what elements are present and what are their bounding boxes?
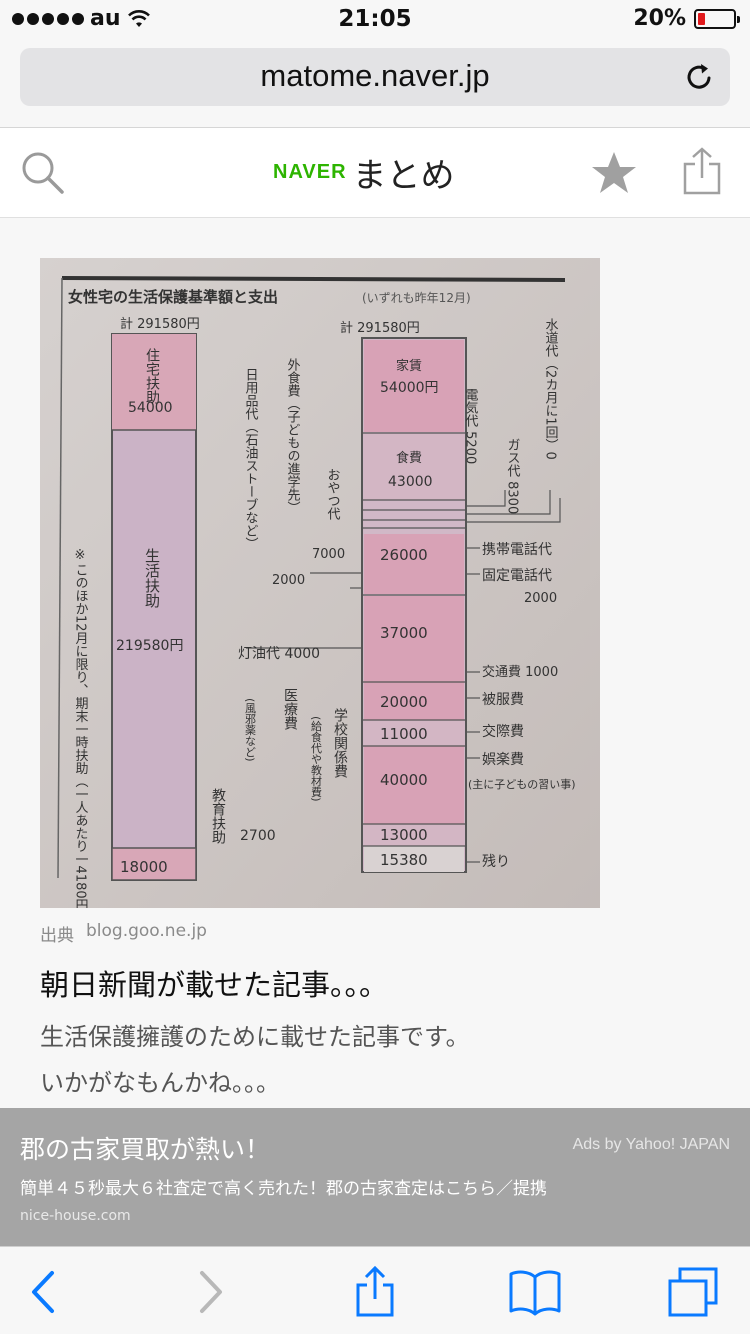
logo-brand: NAVER — [273, 161, 347, 183]
ad-provider[interactable]: Ads by Yahoo! JAPAN — [573, 1136, 730, 1154]
transport-label: 交通費 1000 — [482, 664, 558, 680]
daily-amount: 2000 — [272, 573, 305, 588]
medical-label: 医療費 — [282, 688, 298, 730]
site-header: NAVER まとめ — [0, 128, 750, 218]
share-icon[interactable] — [682, 146, 722, 196]
description-line-1: 生活保護擁護のために載せた記事です。 — [40, 1023, 470, 1051]
clipping-title-note: (いずれも昨年12月) — [362, 291, 471, 305]
landline-amount: 2000 — [524, 591, 557, 606]
back-icon[interactable] — [16, 1265, 70, 1319]
ad-banner[interactable]: 郡の古家買取が熱い！ Ads by Yahoo! JAPAN 簡単４５秒最大６社… — [0, 1108, 750, 1246]
ad-domain[interactable]: nice-house.com — [20, 1208, 131, 1224]
star-icon[interactable] — [590, 150, 638, 196]
right-total: 計 291580円 — [340, 320, 420, 336]
right-block-label-2: 食費 — [396, 450, 422, 466]
left-block-label-2: 生活扶助 — [143, 548, 161, 609]
social-label: 交際費 — [482, 723, 524, 740]
description-line-2: いかがなもんかね。。。 — [40, 1069, 280, 1097]
browser-toolbar — [0, 1246, 750, 1334]
right-block-amount-7: 40000 — [380, 771, 428, 789]
share-icon[interactable] — [348, 1265, 402, 1319]
electric-label: 電気代 5200 — [463, 388, 479, 464]
eating-out-label: 外食費（子どもの進学先） — [285, 358, 301, 514]
right-block-amount-8: 13000 — [380, 826, 428, 844]
school-note: (給食代や教材費) — [310, 716, 323, 802]
school-label: 学校関係費 — [332, 708, 348, 778]
item-headline: 朝日新聞が載せた記事。。。 — [40, 968, 389, 1002]
left-block-amount-2: 219580円 — [116, 638, 183, 654]
daily-goods-label: 日用品代（石油ストーブなど） — [243, 368, 259, 550]
left-vertical-note: ※このほか12月に限り、期末一時扶助（一人あたり一4180円）がある — [73, 548, 89, 908]
url-text[interactable]: matome.naver.jp — [20, 58, 730, 94]
snacks-amount: 7000 — [312, 547, 345, 562]
newspaper-clipping-drawing: 女性宅の生活保護基準額と支出 (いずれも昨年12月) 計 291580円 計 2… — [40, 258, 600, 908]
medical-amount: 2700 — [240, 828, 276, 844]
bookmarks-icon[interactable] — [508, 1265, 562, 1319]
right-block-amount-6: 11000 — [380, 725, 428, 743]
forward-icon[interactable] — [184, 1265, 238, 1319]
remainder-label: 残り — [482, 854, 510, 870]
newspaper-clipping-image[interactable]: 女性宅の生活保護基準額と支出 (いずれも昨年12月) 計 291580円 計 2… — [40, 258, 600, 908]
battery-area: 20% — [633, 6, 740, 31]
right-block-amount-2: 43000 — [388, 474, 433, 490]
gas-label: ガス代 8300 — [505, 438, 521, 514]
right-block-amount-3: 26000 — [380, 546, 428, 564]
tabs-icon[interactable] — [666, 1265, 720, 1319]
status-bar: au 21:05 20% — [0, 0, 750, 40]
left-total: 計 291580円 — [120, 316, 200, 332]
right-block-label-1: 家賃 — [396, 358, 422, 374]
reload-icon[interactable] — [684, 61, 716, 93]
source-label: 出典 — [40, 926, 74, 946]
right-block-amount-4: 37000 — [380, 624, 428, 642]
search-icon[interactable] — [20, 150, 66, 196]
left-block-amount-3: 18000 — [120, 858, 168, 876]
logo-title: まとめ — [352, 156, 455, 196]
left-block-label-1: 住宅扶助 — [144, 348, 160, 405]
address-bar[interactable]: matome.naver.jp — [20, 48, 730, 106]
kerosene-label: 灯油代 4000 — [238, 646, 320, 662]
ad-text[interactable]: 簡単４５秒最大６社査定で高く売れた！郡の古家査定はこちら／提携 — [20, 1174, 547, 1199]
mobile-label: 携帯電話代 — [482, 541, 552, 558]
clipping-title: 女性宅の生活保護基準額と支出 — [68, 288, 278, 306]
water-label: 水道代（2カ月に1回）0 — [543, 318, 559, 460]
landline-label: 固定電話代 — [482, 567, 552, 584]
entertainment-note: (主に子どもの習い事) — [468, 778, 576, 791]
medical-note: (風邪薬など) — [244, 698, 257, 762]
snacks-label: おやつ代 — [325, 468, 341, 521]
battery-icon — [694, 8, 740, 29]
entertainment-label: 娯楽費 — [482, 752, 524, 768]
right-block-amount-1: 54000円 — [380, 380, 439, 396]
ad-title[interactable]: 郡の古家買取が熱い！ — [20, 1130, 270, 1166]
source-link[interactable]: blog.goo.ne.jp — [86, 921, 207, 946]
battery-percent: 20% — [633, 6, 686, 31]
right-block-amount-5: 20000 — [380, 693, 428, 711]
clothes-label: 被服費 — [482, 692, 524, 708]
site-logo[interactable]: NAVER まとめ — [273, 148, 455, 197]
item-description: 生活保護擁護のために載せた記事です。 いかがなもんかね。。。 — [40, 1014, 470, 1106]
education-label: 教育扶助 — [210, 788, 226, 845]
right-block-amount-9: 15380 — [380, 851, 428, 869]
image-source: 出典 blog.goo.ne.jp — [40, 921, 207, 946]
